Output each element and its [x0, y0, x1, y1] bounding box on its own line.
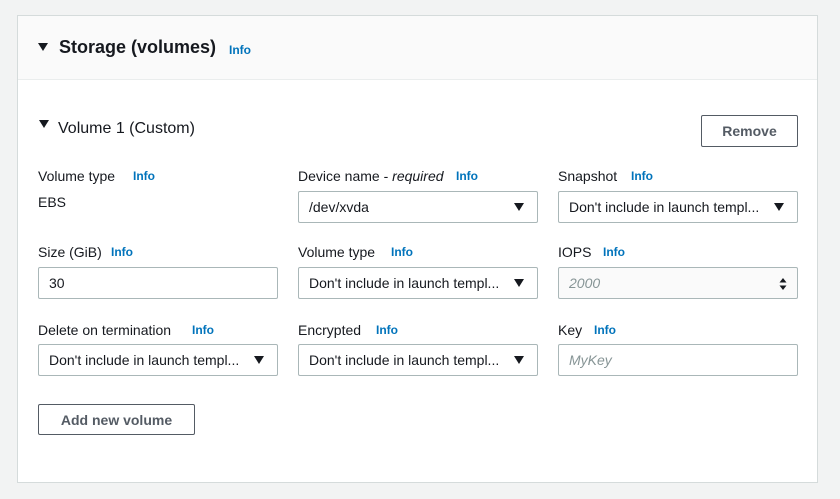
chevron-down-icon	[774, 203, 784, 211]
delete-on-termination-info-link[interactable]: Info	[192, 323, 214, 337]
volume-title: Volume 1 (Custom)	[58, 120, 195, 137]
delete-on-termination-label: Delete on termination	[38, 322, 172, 338]
encrypted-info-link[interactable]: Info	[376, 323, 398, 337]
iops-input[interactable]: 2000	[558, 267, 798, 299]
section-title: Storage (volumes)	[59, 37, 217, 57]
snapshot-select[interactable]: Don't include in launch templ...	[558, 191, 798, 223]
chevron-down-icon	[514, 356, 524, 364]
snapshot-label: Snapshot	[558, 168, 618, 184]
collapse-caret-icon[interactable]	[38, 43, 48, 51]
volume-caret-icon[interactable]	[39, 120, 49, 128]
section-info-link[interactable]: Info	[229, 43, 251, 57]
ebs-volume-type-label: Volume type	[298, 244, 376, 260]
encrypted-select[interactable]: Don't include in launch templ...	[298, 344, 538, 376]
device-name-label: Device name - required	[298, 168, 444, 184]
size-info-link[interactable]: Info	[111, 245, 133, 259]
key-info-link[interactable]: Info	[594, 323, 616, 337]
size-input[interactable]: 30	[38, 267, 278, 299]
storage-header: Storage (volumes) Info	[18, 16, 817, 80]
volume-type-info-link[interactable]: Info	[133, 169, 155, 183]
device-name-info-link[interactable]: Info	[456, 169, 478, 183]
remove-button[interactable]: Remove	[701, 115, 798, 147]
device-name-select[interactable]: /dev/xvda	[298, 191, 538, 223]
ebs-volume-type-info-link[interactable]: Info	[391, 245, 413, 259]
chevron-down-icon	[254, 356, 264, 364]
volume-type-value: EBS	[38, 194, 67, 210]
key-input[interactable]: MyKey	[558, 344, 798, 376]
storage-panel: Storage (volumes) Info Volume 1 (Custom)…	[17, 15, 818, 483]
key-label: Key	[558, 322, 583, 338]
chevron-down-icon	[514, 279, 524, 287]
encrypted-label: Encrypted	[298, 322, 362, 338]
delete-on-termination-select[interactable]: Don't include in launch templ...	[38, 344, 278, 376]
volume-type-label: Volume type	[38, 168, 116, 184]
stepper-icon[interactable]	[779, 277, 787, 291]
snapshot-info-link[interactable]: Info	[631, 169, 653, 183]
ebs-volume-type-select[interactable]: Don't include in launch templ...	[298, 267, 538, 299]
size-label: Size (GiB)	[38, 244, 102, 260]
add-new-volume-button[interactable]: Add new volume	[38, 404, 195, 435]
chevron-down-icon	[514, 203, 524, 211]
iops-info-link[interactable]: Info	[603, 245, 625, 259]
iops-label: IOPS	[558, 244, 592, 260]
